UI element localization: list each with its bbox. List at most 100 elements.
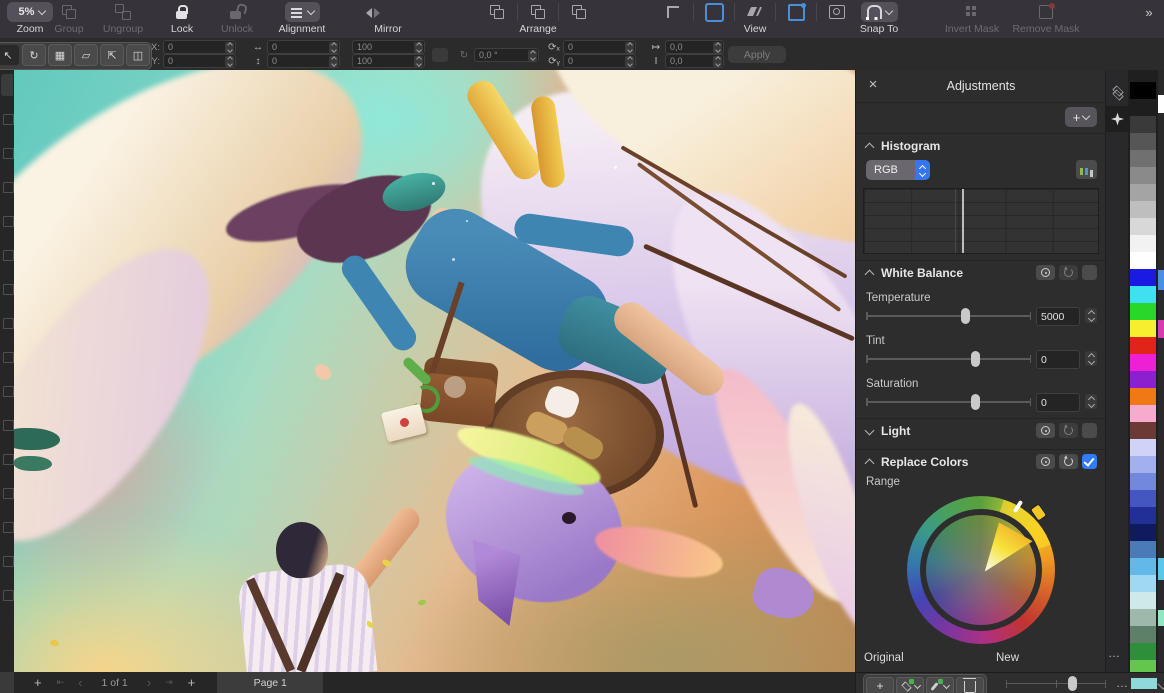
tool-icon[interactable] <box>3 182 14 193</box>
tint-slider[interactable]: 0 <box>866 349 1097 369</box>
swatch-5f8068[interactable] <box>1130 626 1156 643</box>
swatch-e02417[interactable] <box>1130 337 1156 354</box>
tool-icon[interactable] <box>3 556 14 567</box>
mirror-horizontal-button[interactable] <box>363 2 383 22</box>
swatch-9fd8f0[interactable] <box>1130 575 1156 592</box>
swatch-f07916[interactable] <box>1130 388 1156 405</box>
remove-mask-button[interactable] <box>1036 2 1056 22</box>
offset-x-input[interactable]: 0,0 <box>665 40 724 54</box>
tab-adjustments[interactable] <box>1106 106 1129 132</box>
rotation-input[interactable]: 0,0 ° <box>474 48 539 62</box>
slider-knob[interactable] <box>971 351 980 367</box>
apply-button[interactable]: Apply <box>728 46 786 63</box>
light-section-header[interactable]: Light <box>856 419 1106 443</box>
rotate-y-input[interactable]: 0 <box>563 54 636 68</box>
scale-height-input[interactable]: 100 <box>352 54 425 68</box>
scale-height-stepper[interactable] <box>414 56 423 67</box>
group-button[interactable] <box>59 2 79 22</box>
swatch-expand-icon[interactable] <box>1157 678 1164 689</box>
export-selection-button[interactable]: ⇱ <box>100 44 124 66</box>
delete-swatch-button[interactable] <box>956 677 984 693</box>
swatch-0f1b5e[interactable] <box>1130 524 1156 541</box>
offset-x-stepper[interactable] <box>713 42 722 53</box>
temperature-slider[interactable]: 5000 <box>866 306 1097 326</box>
swatch-7288dd[interactable] <box>1130 473 1156 490</box>
perspective-tool-button[interactable]: ◫ <box>126 44 150 66</box>
snap-to-dropdown[interactable] <box>861 2 898 22</box>
more-options-button[interactable]: … <box>1116 676 1129 690</box>
invert-mask-button[interactable] <box>962 2 982 22</box>
add-page-button[interactable]: + <box>188 675 196 690</box>
left-toolstrip[interactable] <box>0 70 14 693</box>
move-tool-button[interactable]: ↖ <box>0 44 20 66</box>
replace-colors-options-button[interactable] <box>1036 454 1055 469</box>
swatch-4a7ab8[interactable] <box>1130 541 1156 558</box>
tool-icon[interactable] <box>3 284 14 295</box>
tool-icon[interactable] <box>3 590 14 601</box>
offset-y-stepper[interactable] <box>713 56 722 67</box>
offset-y-input[interactable]: 0,0 <box>665 54 724 68</box>
light-reset-button[interactable] <box>1059 423 1078 438</box>
swatch-f6ee2f[interactable] <box>1130 320 1156 337</box>
swatch-1e1e1e[interactable] <box>1130 99 1156 116</box>
tool-icon[interactable] <box>3 114 14 125</box>
mirror-vertical-button[interactable] <box>393 2 413 22</box>
saturation-value[interactable]: 0 <box>1036 393 1080 412</box>
tool-icon[interactable] <box>3 216 14 227</box>
swatch-d8d8d8[interactable] <box>1130 218 1156 235</box>
swatch-2bd62b[interactable] <box>1130 303 1156 320</box>
expand-icon[interactable] <box>865 425 875 435</box>
unlock-button[interactable] <box>227 2 247 22</box>
swatch-ee20d4[interactable] <box>1130 354 1156 371</box>
next-page-button[interactable]: › <box>147 675 151 690</box>
replace-colors-section-header[interactable]: Replace Colors <box>856 450 1106 474</box>
bring-forward-button[interactable] <box>487 2 507 22</box>
height-input[interactable]: 0 <box>267 54 340 68</box>
saturation-slider[interactable]: 0 <box>866 392 1097 412</box>
lock-button[interactable] <box>172 2 192 22</box>
swatch-63c74d[interactable] <box>1130 660 1156 672</box>
close-icon[interactable]: × <box>865 76 881 93</box>
tool-icon[interactable] <box>3 522 14 533</box>
tint-stepper[interactable] <box>1085 351 1097 366</box>
outline-view-button[interactable] <box>786 2 806 22</box>
page-tab[interactable]: Page 1 <box>217 672 323 693</box>
last-page-button[interactable]: ⇥ <box>165 677 173 688</box>
hue-disc[interactable] <box>926 515 1036 625</box>
slider-knob[interactable] <box>1068 676 1077 691</box>
rotate-x-input[interactable]: 0 <box>563 40 636 54</box>
canvas[interactable] <box>14 70 855 672</box>
light-options-button[interactable] <box>1036 423 1055 438</box>
tool-icon[interactable] <box>3 318 14 329</box>
white-balance-options-button[interactable] <box>1036 265 1055 280</box>
collapse-icon[interactable] <box>865 459 875 469</box>
tool-icon[interactable] <box>3 148 14 159</box>
bounds-button[interactable] <box>827 2 847 22</box>
swatch-8a8a8a[interactable] <box>1130 167 1156 184</box>
swatch-cfe8e8[interactable] <box>1130 592 1156 609</box>
tool-icon[interactable] <box>3 454 14 465</box>
swatch-1b1ae2[interactable] <box>1130 269 1156 286</box>
swatch-d0d3f8[interactable] <box>1130 439 1156 456</box>
slider-knob[interactable] <box>971 394 980 410</box>
swatch-6b3a34[interactable] <box>1130 422 1156 439</box>
rotate-x-stepper[interactable] <box>625 42 634 53</box>
add-artboard-button[interactable]: + <box>34 675 42 690</box>
rotate-y-stepper[interactable] <box>625 56 634 67</box>
temperature-value[interactable]: 5000 <box>1036 307 1080 326</box>
y-stepper[interactable] <box>225 56 234 67</box>
height-stepper[interactable] <box>329 56 338 67</box>
swatch-565656[interactable] <box>1130 133 1156 150</box>
arrange-order-button[interactable] <box>569 2 589 22</box>
swatch-62b8e8[interactable] <box>1130 558 1156 575</box>
toolbar-overflow[interactable]: » <box>1136 0 1160 38</box>
scale-width-stepper[interactable] <box>414 42 423 53</box>
current-swatch[interactable] <box>1131 678 1157 689</box>
width-stepper[interactable] <box>329 42 338 53</box>
width-input[interactable]: 0 <box>267 40 340 54</box>
white-balance-section-header[interactable]: White Balance <box>856 261 1106 285</box>
prev-page-button[interactable]: ‹ <box>78 675 82 690</box>
white-balance-reset-button[interactable] <box>1059 265 1078 280</box>
collapse-icon[interactable] <box>865 143 875 153</box>
swatch-9fb8ac[interactable] <box>1130 609 1156 626</box>
